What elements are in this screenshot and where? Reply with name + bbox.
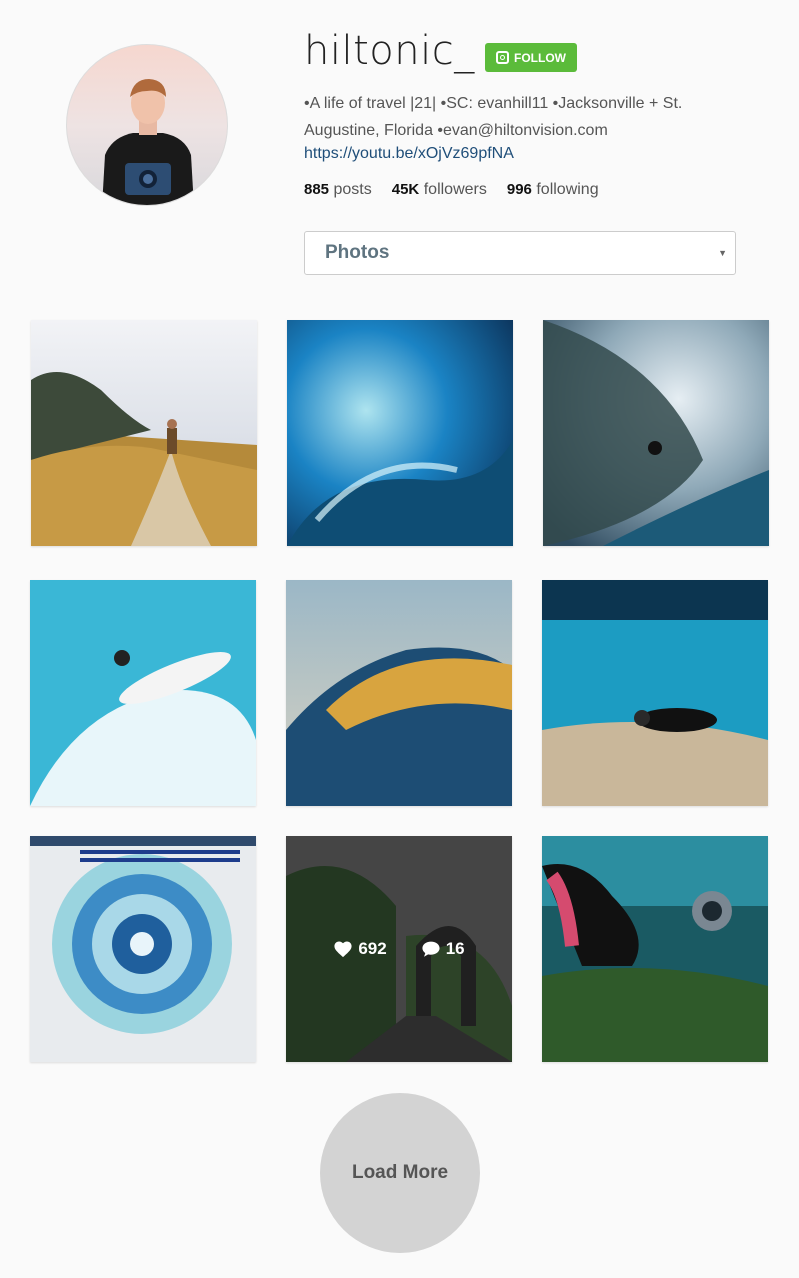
likes-count: 692 [358, 939, 387, 958]
follow-button[interactable]: FOLLOW [485, 43, 577, 72]
heart-icon [334, 941, 352, 958]
posts-label: posts [333, 181, 372, 198]
photo-tile-underwater-camera[interactable] [542, 836, 768, 1062]
comments-count: 16 [445, 939, 465, 958]
profile-page: hiltonic_ FOLLOW •A life of travel |21| … [0, 0, 799, 1278]
following-label: following [536, 181, 599, 198]
photo-tile-path[interactable] [31, 320, 257, 546]
posts-count: 885 [304, 181, 330, 198]
profile-username: hiltonic_ [304, 28, 475, 74]
content-type-value: Photos [325, 242, 390, 263]
followers-stat[interactable]: 45K followers [392, 181, 487, 199]
tile-hover-overlay: 692 16 [286, 836, 512, 1062]
chevron-down-icon: ▼ [718, 248, 727, 258]
photo-tile-mandala[interactable] [30, 836, 256, 1062]
photo-tile-arch-road[interactable]: 692 16 [286, 836, 512, 1062]
posts-stat: 885 posts [304, 181, 372, 199]
followers-count: 45K [391, 181, 420, 198]
content-type-select[interactable]: Photos ▼ [304, 231, 736, 275]
instagram-icon [496, 51, 509, 64]
followers-label: followers [423, 181, 487, 198]
likes-stat: 692 [333, 939, 387, 959]
profile-link[interactable]: https://youtu.be/xOjVz69pfNA [304, 145, 514, 163]
comments-stat: 16 [421, 939, 465, 959]
photo-tile-surf-aerial[interactable] [30, 580, 256, 806]
profile-avatar[interactable] [66, 44, 228, 206]
photo-tile-golden-wave[interactable] [286, 580, 512, 806]
follow-button-label: FOLLOW [514, 50, 566, 65]
profile-bio: •A life of travel |21| •SC: evanhill11 •… [304, 95, 683, 139]
following-stat[interactable]: 996 following [507, 181, 599, 199]
load-more-button[interactable]: Load More [320, 1093, 480, 1253]
photo-tile-wave-barrel[interactable] [287, 320, 513, 546]
photo-tile-underwater-diver[interactable] [542, 580, 768, 806]
photo-tile-surfer-barrel[interactable] [543, 320, 769, 546]
following-count: 996 [506, 181, 532, 198]
profile-stats: 885 posts 45K followers 996 following [304, 181, 599, 199]
comment-icon [422, 941, 440, 957]
